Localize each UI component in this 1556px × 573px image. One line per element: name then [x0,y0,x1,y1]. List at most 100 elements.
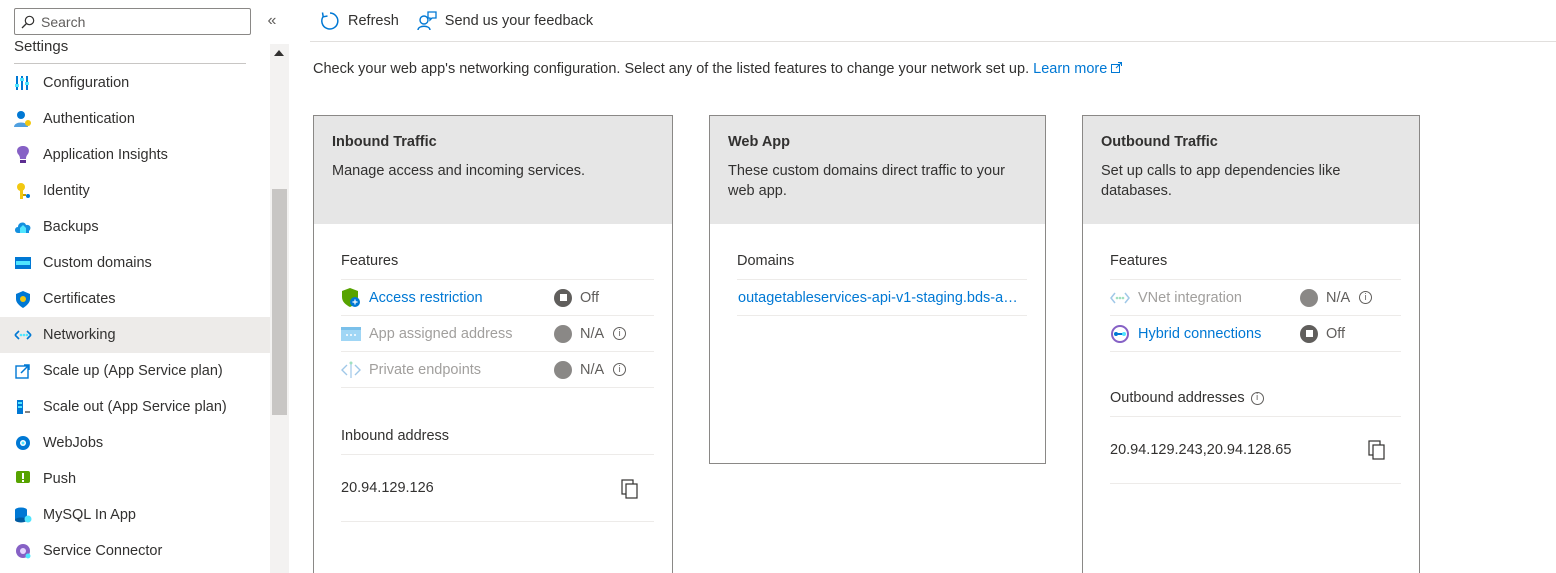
push-icon [14,470,32,488]
feature-row-hybrid-connections[interactable]: Hybrid connections Off [1110,316,1401,352]
sidebar-item-scale-up[interactable]: Scale up (App Service plan) [0,353,270,389]
sidebar-item-label: Scale out (App Service plan) [43,399,227,415]
sidebar-item-label: Backups [43,219,99,235]
section-title: Settings [14,38,69,55]
networking-icon [14,326,32,344]
app-address-icon [341,324,361,344]
sidebar-item-label: Scale up (App Service plan) [43,363,223,379]
learn-more-link[interactable]: Learn more [1033,61,1123,77]
info-icon[interactable]: i [1359,291,1373,304]
intro-description: Check your web app's networking configur… [313,61,1034,77]
scale-up-icon [14,362,32,380]
feature-status: N/A i [1300,288,1373,307]
feature-name: App assigned address [369,325,513,342]
feature-name: Private endpoints [369,361,482,378]
sidebar-item-label: Push [43,471,77,487]
sidebar-item-label: Service Connector [43,543,163,559]
refresh-icon [321,11,339,30]
inbound-address-value: 20.94.129.126 [341,480,434,496]
sidebar-item-label: Custom domains [43,255,152,271]
sidebar-item-configuration[interactable]: Configuration [0,65,270,101]
identity-icon [14,182,32,200]
private-endpoints-icon [341,360,361,380]
authentication-icon [14,110,32,128]
feature-name[interactable]: Hybrid connections [1138,326,1261,342]
search-box[interactable] [14,8,251,35]
status-na-icon [554,324,572,343]
sidebar-item-application-insights[interactable]: Application Insights [0,137,270,173]
copy-icon[interactable] [621,479,639,503]
feature-name[interactable]: Access restriction [369,290,483,306]
scale-out-icon [14,398,32,416]
sidebar-item-scale-out[interactable]: Scale out (App Service plan) [0,389,270,425]
sidebar-scrollbar[interactable] [270,44,289,573]
webapp-title: Web App [728,134,791,150]
info-icon[interactable]: i [613,327,627,340]
info-icon[interactable]: i [613,363,627,376]
backups-icon [14,218,32,236]
sidebar-item-webjobs[interactable]: WebJobs [0,425,270,461]
mysql-icon [14,506,32,524]
web-app-card: Web App These custom domains direct traf… [709,115,1046,464]
sidebar-item-mysql-in-app[interactable]: MySQL In App [0,497,270,533]
sidebar-item-label: Configuration [43,75,130,91]
refresh-label: Refresh [348,12,399,29]
outbound-address-value: 20.94.129.243,20.94.128.65 [1110,442,1292,458]
feature-name: VNet integration [1138,289,1242,306]
configuration-icon [14,74,32,92]
webapp-card-header: Web App These custom domains direct traf… [710,116,1045,224]
domain-row[interactable]: outagetableservices-api-v1-staging.bds-a… [737,280,1027,316]
info-icon[interactable]: i [1250,391,1264,405]
sidebar-item-identity[interactable]: Identity [0,173,270,209]
command-bar: Refresh Send us your feedback [310,0,1556,42]
outbound-address-row: 20.94.129.243,20.94.128.65 [1110,417,1401,484]
domain-link[interactable]: outagetableservices-api-v1-staging.bds-a… [738,290,1023,306]
status-off-icon [554,288,572,307]
outbound-traffic-card: Outbound Traffic Set up calls to app dep… [1082,115,1420,573]
feedback-button[interactable]: Send us your feedback [417,10,593,31]
inbound-features-heading: Features [341,224,654,280]
sidebar-item-label: MySQL In App [43,507,136,523]
inbound-traffic-card: Inbound Traffic Manage access and incomi… [313,115,673,573]
outbound-features-heading: Features [1110,224,1401,280]
feature-row-access-restriction[interactable]: Access restriction Off [341,280,654,316]
sidebar-item-label: Authentication [43,111,135,127]
scroll-thumb[interactable] [272,189,287,415]
sidebar-item-backups[interactable]: Backups [0,209,270,245]
intro-text: Check your web app's networking configur… [313,61,1123,77]
sidebar-item-certificates[interactable]: Certificates [0,281,270,317]
scroll-up-arrow-icon[interactable] [274,50,284,56]
feature-status: Off [554,288,599,307]
feature-row-private-endpoints: Private endpoints N/A i [341,352,654,388]
copy-icon[interactable] [1368,440,1386,464]
inbound-address-heading: Inbound address [341,388,654,455]
outbound-title: Outbound Traffic [1101,134,1218,150]
inbound-title: Inbound Traffic [332,134,437,150]
sidebar-item-label: Identity [43,183,90,199]
sidebar-item-custom-domains[interactable]: Custom domains [0,245,270,281]
inbound-card-header: Inbound Traffic Manage access and incomi… [314,116,672,224]
search-icon [21,15,35,28]
sidebar-nav: Configuration Authentication Application… [0,65,270,569]
sidebar-item-authentication[interactable]: Authentication [0,101,270,137]
inbound-description: Manage access and incoming services. [332,163,586,179]
outbound-description: Set up calls to app dependencies like da… [1101,163,1341,199]
feature-row-vnet-integration: VNet integration N/A i [1110,280,1401,316]
shield-icon [341,287,361,308]
feature-row-app-assigned-address: App assigned address N/A i [341,316,654,352]
sidebar-item-push[interactable]: Push [0,461,270,497]
sidebar-item-service-connector[interactable]: Service Connector [0,533,270,569]
outbound-address-heading: Outbound addresses i [1110,352,1401,417]
search-input[interactable] [41,13,241,30]
certificates-icon [14,290,32,308]
section-divider [14,63,246,64]
webapp-description: These custom domains direct traffic to y… [728,163,1005,199]
sidebar: « Settings Configuration Authentication … [0,0,290,573]
feature-status: N/A i [554,324,627,343]
feature-status: N/A i [554,360,627,379]
webjobs-icon [14,434,32,452]
refresh-button[interactable]: Refresh [320,11,399,31]
inbound-address-row: 20.94.129.126 [341,455,654,522]
sidebar-item-networking[interactable]: Networking [0,317,270,353]
collapse-sidebar-button[interactable]: « [262,11,282,31]
